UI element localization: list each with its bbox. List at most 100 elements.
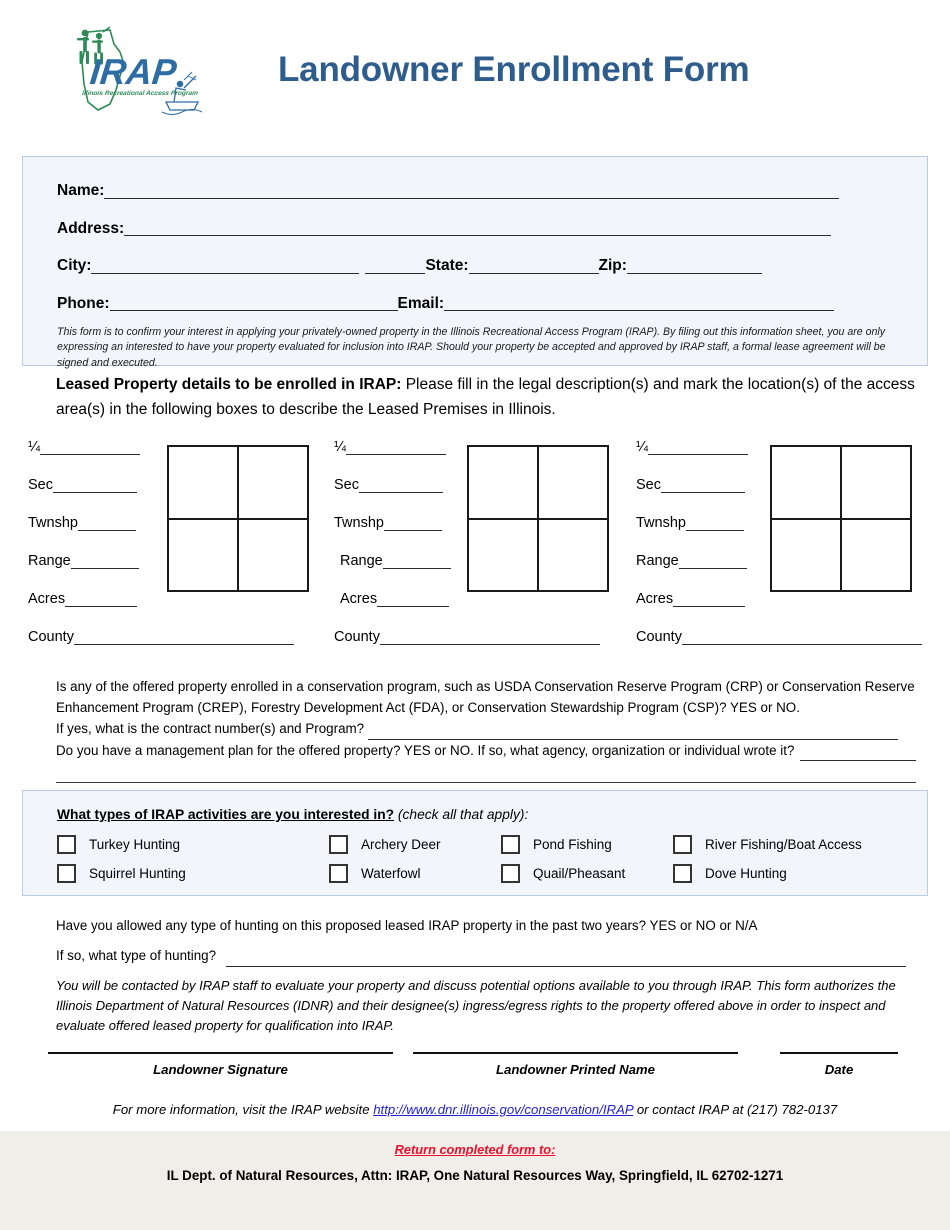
checkbox-icon[interactable] [673,835,692,854]
parcel2-acres-input[interactable] [377,594,450,607]
city-input[interactable] [91,261,360,274]
activity-label: Quail/Pheasant [533,866,626,881]
parcel1-acres-label: Acres [28,591,66,607]
checkbox-icon[interactable] [673,864,692,883]
leased-property-heading-bold: Leased Property details to be enrolled i… [56,376,402,393]
parcel2-range-row: Range [340,554,451,569]
activity-label: Waterfowl [361,866,421,881]
grid-horizontal-line [169,517,307,520]
disclaimer-text: This form is to confirm your interest in… [57,326,886,369]
authorization-text: You will be contacted by IRAP staff to e… [56,977,896,1034]
activity-turkey-hunting[interactable]: Turkey Hunting [57,835,329,854]
landowner-signature-input[interactable] [48,1042,393,1054]
parcel1-acres-row: Acres [28,591,138,607]
parcel1-quarter-input[interactable] [40,442,141,455]
email-input[interactable] [444,298,835,311]
hunting-history-section: Have you allowed any type of hunting on … [56,915,916,1036]
parcel1-twnshp-label: Twnshp [28,515,78,531]
parcel2-section-grid[interactable] [467,445,609,592]
parcel3-sec-row: Sec [636,478,745,493]
activity-waterfowl[interactable]: Waterfowl [329,864,501,883]
zip-input[interactable] [626,261,762,274]
activity-label: Archery Deer [361,837,441,852]
contract-number-input[interactable] [368,727,899,740]
checkbox-icon[interactable] [501,864,520,883]
activity-archery-deer[interactable]: Archery Deer [329,835,501,854]
parcel3-sec-input[interactable] [661,480,745,493]
activity-label: Squirrel Hunting [89,866,186,881]
phone-email-row: Phone: Email: [57,294,911,312]
page-header: IRAP Illinois Recreational Access Progra… [0,0,950,140]
activity-squirrel-hunting[interactable]: Squirrel Hunting [57,864,329,883]
activity-dove-hunting[interactable]: Dove Hunting [673,864,913,883]
phone-input[interactable] [109,298,398,311]
parcel3-section-grid[interactable] [770,445,912,592]
parcel2-range-input[interactable] [382,556,451,569]
parcel2-quarter-input[interactable] [346,442,447,455]
checkbox-icon[interactable] [57,835,76,854]
conservation-questions: Is any of the offered property enrolled … [56,676,916,783]
parcel3-twnshp-input[interactable] [685,518,744,531]
address-input[interactable] [124,223,832,236]
parcel3-county-input[interactable] [681,632,922,645]
parcel2-sec-label: Sec [334,477,359,493]
leased-property-heading: Leased Property details to be enrolled i… [56,372,916,422]
conservation-extra-line-input[interactable] [56,767,916,783]
hunting-question-2: If so, what type of hunting? [56,948,217,964]
checkbox-icon[interactable] [329,835,348,854]
svg-text:IRAP: IRAP [88,51,179,92]
irap-website-link[interactable]: http://www.dnr.illinois.gov/conservation… [373,1102,633,1117]
checkbox-icon[interactable] [57,864,76,883]
parcel3-twnshp-row: Twnshp [636,516,744,531]
parcel2-twnshp-input[interactable] [383,518,442,531]
return-address: IL Dept. of Natural Resources, Attn: IRA… [166,1168,784,1183]
parcel1-twnshp-input[interactable] [77,518,136,531]
parcel3-quarter-input[interactable] [648,442,749,455]
parcel2-county-row: County [334,630,600,645]
parcel2-sec-input[interactable] [359,480,443,493]
phone-label: Phone: [57,294,110,312]
parcel1-county-input[interactable] [73,632,294,645]
contact-info-panel: Name: Address: City: State: Zip: Phone: … [22,156,928,369]
activities-panel: What types of IRAP activities are you in… [22,790,928,896]
parcel1-acres-input[interactable] [65,594,138,607]
activity-label: Pond Fishing [533,837,612,852]
activity-label: River Fishing/Boat Access [705,837,862,852]
state-input[interactable] [468,261,599,274]
parcel3-acres-input[interactable] [673,594,746,607]
more-information-line: For more information, visit the IRAP web… [0,1102,950,1117]
zip-label: Zip: [598,257,627,274]
landowner-signature-block: Landowner Signature [48,1042,393,1077]
parcel2-acres-row: Acres [340,591,450,607]
parcel3-acres-label: Acres [636,591,674,607]
activity-pond-fishing[interactable]: Pond Fishing [501,835,673,854]
parcel2-acres-label: Acres [340,591,378,607]
parcel1-sec-row: Sec [28,478,137,493]
activity-river-fishing-boat-access[interactable]: River Fishing/Boat Access [673,835,913,854]
parcel1-sec-label: Sec [28,477,53,493]
checkbox-icon[interactable] [501,835,520,854]
parcel2-sec-row: Sec [334,478,443,493]
activity-label: Dove Hunting [705,866,787,881]
parcel1-sec-input[interactable] [53,480,137,493]
page-footer: Return completed form to: IL Dept. of Na… [0,1131,950,1230]
city-input-extra[interactable] [365,261,426,274]
conservation-question-3: Do you have a management plan for the of… [56,742,795,758]
checkbox-icon[interactable] [329,864,348,883]
landowner-printed-name-input[interactable] [413,1042,738,1054]
activity-quail-pheasant[interactable]: Quail/Pheasant [501,864,673,883]
parcel1-county-row: County [28,630,294,645]
name-input[interactable] [104,186,840,199]
hunting-type-input[interactable] [225,954,906,967]
parcel2-twnshp-row: Twnshp [334,516,442,531]
parcel1-range-input[interactable] [70,556,139,569]
parcel1-section-grid[interactable] [167,445,309,592]
management-plan-author-input[interactable] [800,748,916,761]
date-input[interactable] [780,1042,898,1054]
parcel3-range-input[interactable] [678,556,747,569]
email-label: Email: [397,294,445,312]
page-title: Landowner Enrollment Form [278,50,750,89]
parcel2-county-input[interactable] [379,632,600,645]
parcel3-quarter-row: ¼ [636,440,749,455]
legal-description-area: ¼ Sec Twnshp Range Acres County ¼ Sec Tw… [28,432,926,647]
